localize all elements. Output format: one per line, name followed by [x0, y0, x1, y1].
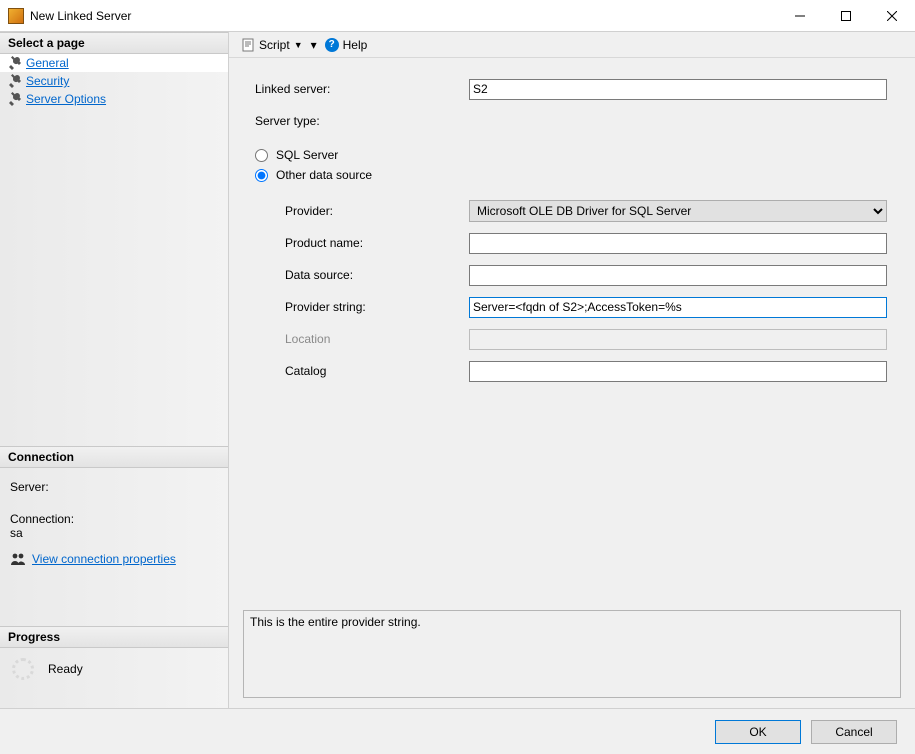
location-label: Location [285, 332, 469, 346]
progress-status: Ready [48, 662, 83, 676]
radio-sql-server[interactable]: SQL Server [255, 148, 897, 162]
product-name-label: Product name: [285, 236, 469, 250]
wrench-icon [8, 92, 22, 106]
chevron-down-icon: ▼ [294, 40, 303, 50]
script-button[interactable]: Script ▼ [239, 36, 305, 54]
script-icon [241, 38, 255, 52]
help-button[interactable]: ? Help [323, 36, 370, 54]
script-label: Script [259, 38, 290, 52]
connection-header: Connection [0, 446, 228, 468]
toolbar: Script ▼ ▾ ? Help [229, 32, 915, 58]
linked-server-input[interactable] [469, 79, 887, 100]
cancel-button[interactable]: Cancel [811, 720, 897, 744]
server-label: Server: [10, 480, 218, 494]
main-panel: Script ▼ ▾ ? Help Linked server: Server … [229, 32, 915, 708]
sidebar-item-label: Server Options [26, 92, 106, 106]
sidebar-item-general[interactable]: General [0, 54, 228, 72]
title-bar: New Linked Server [0, 0, 915, 32]
view-connection-properties[interactable]: View connection properties [0, 546, 228, 576]
product-name-input[interactable] [469, 233, 887, 254]
wrench-icon [8, 56, 22, 70]
hint-text: This is the entire provider string. [250, 615, 421, 629]
catalog-input[interactable] [469, 361, 887, 382]
progress-spinner-icon [12, 658, 34, 680]
select-page-header: Select a page [0, 32, 228, 54]
view-connection-properties-label: View connection properties [32, 552, 176, 566]
help-label: Help [343, 38, 368, 52]
sidebar-item-security[interactable]: Security [0, 72, 228, 90]
location-input [469, 329, 887, 350]
ok-button[interactable]: OK [715, 720, 801, 744]
data-source-input[interactable] [469, 265, 887, 286]
close-button[interactable] [869, 0, 915, 32]
radio-other-data-source-input[interactable] [255, 169, 268, 182]
dialog-footer: OK Cancel [0, 708, 915, 754]
minimize-button[interactable] [777, 0, 823, 32]
toolbar-separator: ▾ [311, 38, 317, 52]
window-title: New Linked Server [30, 9, 131, 23]
connection-value: sa [10, 526, 218, 540]
help-icon: ? [325, 38, 339, 52]
hint-box: This is the entire provider string. [243, 610, 901, 698]
maximize-button[interactable] [823, 0, 869, 32]
connection-info: Server: Connection: sa [0, 468, 228, 546]
linked-server-label: Linked server: [255, 82, 469, 96]
progress-header: Progress [0, 626, 228, 648]
catalog-label: Catalog [285, 364, 469, 378]
data-source-label: Data source: [285, 268, 469, 282]
provider-combo[interactable]: Microsoft OLE DB Driver for SQL Server [469, 200, 887, 222]
sidebar: Select a page General Security Server Op… [0, 32, 229, 708]
wrench-icon [8, 74, 22, 88]
progress-row: Ready [0, 648, 228, 688]
provider-string-label: Provider string: [285, 300, 469, 314]
provider-string-input[interactable] [469, 297, 887, 318]
radio-sql-server-input[interactable] [255, 149, 268, 162]
radio-sql-server-label: SQL Server [276, 148, 338, 162]
connection-label: Connection: [10, 512, 218, 526]
people-icon [10, 552, 26, 566]
provider-label: Provider: [285, 204, 469, 218]
sidebar-item-label: General [26, 56, 69, 70]
sidebar-item-label: Security [26, 74, 69, 88]
radio-other-data-source-label: Other data source [276, 168, 372, 182]
app-icon [8, 8, 24, 24]
form-area: Linked server: Server type: SQL Server O… [229, 58, 915, 610]
server-type-label: Server type: [255, 114, 469, 128]
radio-other-data-source[interactable]: Other data source [255, 168, 897, 182]
sidebar-item-server-options[interactable]: Server Options [0, 90, 228, 108]
